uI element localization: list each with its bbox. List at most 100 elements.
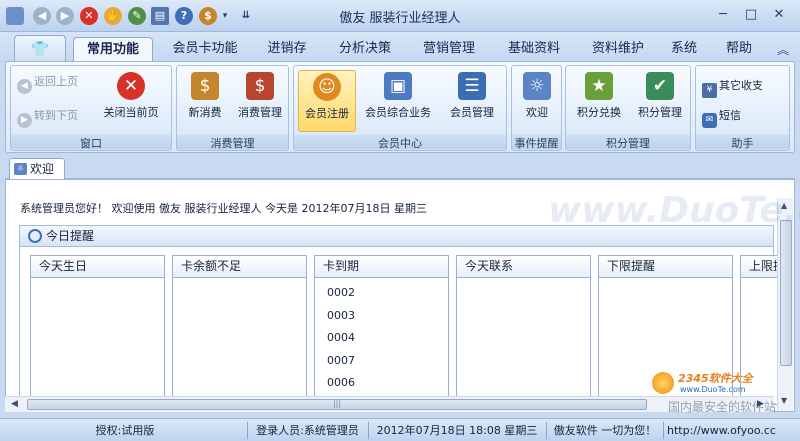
group-label: 消费管理 xyxy=(177,135,288,150)
status-separator xyxy=(368,422,369,439)
column-header: 卡到期 xyxy=(315,256,448,278)
column-header: 卡余额不足 xyxy=(173,256,306,278)
other-income-button[interactable]: ¥ 其它收支 xyxy=(702,76,763,98)
group-label: 会员中心 xyxy=(294,135,506,150)
tab-help[interactable]: 帮助 xyxy=(713,37,765,62)
welcome-tab-icon: ☼ xyxy=(14,163,27,175)
minimize-button[interactable]: ─ xyxy=(712,6,734,24)
reminder-column-card-expiry: 卡到期 0002 0003 0004 0007 0006 xyxy=(314,255,449,405)
group-points: ★ 积分兑换 ✔ 积分管理 积分管理 xyxy=(565,65,691,151)
ribbon-collapse-icon[interactable]: ︽ xyxy=(777,41,789,58)
money-book-icon: $ xyxy=(246,72,274,100)
group-label: 事件提醒 xyxy=(512,135,561,150)
reminder-column-low-balance: 卡余额不足 xyxy=(172,255,307,405)
column-header: 下限提醒 xyxy=(599,256,732,278)
reminder-column-birthday: 今天生日 xyxy=(30,255,165,405)
status-bar: 授权:试用版 登录人员:系统管理员 2012年07月18日 18:08 星期三 … xyxy=(0,418,800,441)
close-window-button[interactable]: ✕ xyxy=(768,6,790,24)
close-red-icon: ✕ xyxy=(117,72,145,100)
status-datetime: 2012年07月18日 18:08 星期三 xyxy=(376,424,538,437)
horizontal-scrollbar[interactable]: ◀ ||| ▶ xyxy=(5,396,774,412)
group-member-center: ☺ 会员注册 ▣ 会员综合业务 ☰ 会员管理 会员中心 xyxy=(293,65,507,151)
status-slogan: 傲友软件 一切为您！ xyxy=(553,424,657,437)
member-register-button[interactable]: ☺ 会员注册 xyxy=(298,70,356,132)
ribbon: ◀ 返回上页 ▶ 转到下页 ✕ 关闭当前页 窗口 $ 新消费 $ 消费管理 消费管理 ☺ 会… xyxy=(5,61,795,153)
ledger-icon: ¥ xyxy=(702,83,717,98)
back-page-button[interactable]: ◀ 返回上页 xyxy=(17,72,78,94)
coins-icon: $ xyxy=(191,72,219,100)
clock-icon xyxy=(28,229,42,243)
column-header: 上限提 xyxy=(741,256,779,278)
sms-icon: ✉ xyxy=(702,113,717,128)
forward-page-button[interactable]: ▶ 转到下页 xyxy=(17,106,78,128)
status-separator xyxy=(546,422,547,439)
tab-marketing[interactable]: 营销管理 xyxy=(409,37,489,62)
menu-tab-bar: 👕 常用功能 会员卡功能 进销存 分析决策 营销管理 基础资料 资料维护 系统 … xyxy=(0,32,800,62)
scroll-right-icon[interactable]: ▶ xyxy=(757,399,764,409)
window-title: 傲友 服装行业经理人 xyxy=(339,11,461,26)
list-item[interactable]: 0004 xyxy=(315,327,448,350)
tab-member-card[interactable]: 会员卡功能 xyxy=(160,37,250,62)
welcome-page-icon: ☼ xyxy=(523,72,551,100)
person-icon: ☺ xyxy=(313,73,341,101)
group-assistant: ¥ 其它收支 ✉ 短信 助手 xyxy=(695,65,790,151)
new-consumption-button[interactable]: $ 新消费 xyxy=(181,70,229,132)
maximize-button[interactable]: □ xyxy=(740,6,762,24)
forward-arrow-icon: ▶ xyxy=(17,113,32,128)
document-tab-strip: ☼ 欢迎 xyxy=(5,157,795,180)
group-label: 积分管理 xyxy=(566,135,690,150)
title-bar: ◀ ▶ ✕ ✋ ✎ ▤ ? $ ▾ ⇊ 傲友 服装行业经理人 ─ □ ✕ xyxy=(0,0,800,32)
list-item[interactable]: 0006 xyxy=(315,372,448,395)
doc-tab-welcome[interactable]: ☼ 欢迎 xyxy=(9,158,65,180)
status-url[interactable]: http://www.ofyoo.cc xyxy=(667,423,797,439)
vertical-scroll-thumb[interactable] xyxy=(780,220,792,366)
checklist-icon: ✔ xyxy=(646,72,674,100)
scroll-down-icon[interactable]: ▼ xyxy=(781,396,787,405)
points-manage-button[interactable]: ✔ 积分管理 xyxy=(630,70,690,132)
close-current-page-button[interactable]: ✕ 关闭当前页 xyxy=(97,70,165,132)
vertical-scrollbar[interactable]: ▲ ▼ xyxy=(777,198,793,411)
welcome-button[interactable]: ☼ 欢迎 xyxy=(515,70,559,132)
status-separator xyxy=(247,422,248,439)
status-user: 登录人员:系统管理员 xyxy=(256,424,359,437)
horizontal-scroll-thumb[interactable]: ||| xyxy=(27,399,647,410)
tab-base-data[interactable]: 基础资料 xyxy=(494,37,574,62)
group-window: ◀ 返回上页 ▶ 转到下页 ✕ 关闭当前页 窗口 xyxy=(10,65,172,151)
scroll-up-icon[interactable]: ▲ xyxy=(781,201,787,210)
gift-icon: ★ xyxy=(585,72,613,100)
tab-inventory[interactable]: 进销存 xyxy=(256,37,318,62)
tab-data-maintenance[interactable]: 资料维护 xyxy=(578,37,658,62)
reminder-column-upper-limit: 上限提 xyxy=(740,255,780,405)
list-item[interactable]: 0002 xyxy=(315,282,448,305)
member-list-icon: ☰ xyxy=(458,72,486,100)
welcome-message: 系统管理员您好！ 欢迎使用 傲友 服装行业经理人 今天是 2012年07月18日… xyxy=(20,202,427,215)
reminder-panel-body: 今天生日 卡余额不足 卡到期 0002 0003 0004 0007 0006 … xyxy=(19,247,780,410)
status-separator xyxy=(663,422,664,439)
points-exchange-button[interactable]: ★ 积分兑换 xyxy=(570,70,628,132)
welcome-page: 系统管理员您好！ 欢迎使用 傲友 服装行业经理人 今天是 2012年07月18日… xyxy=(5,179,795,412)
group-event-reminder: ☼ 欢迎 事件提醒 xyxy=(511,65,562,151)
reminder-column-lower-limit: 下限提醒 xyxy=(598,255,733,405)
status-license: 授权:试用版 xyxy=(95,424,155,437)
group-label: 助手 xyxy=(696,135,789,150)
member-services-button[interactable]: ▣ 会员综合业务 xyxy=(360,70,436,132)
scroll-left-icon[interactable]: ◀ xyxy=(11,399,18,409)
app-orb-button[interactable]: 👕 xyxy=(14,35,66,62)
list-item[interactable]: 0003 xyxy=(315,305,448,328)
reminder-column-contact-today: 今天联系 xyxy=(456,255,591,405)
id-card-icon: ▣ xyxy=(384,72,412,100)
column-header: 今天联系 xyxy=(457,256,590,278)
reminder-panel-header[interactable]: 今日提醒 xyxy=(19,225,774,247)
sms-button[interactable]: ✉ 短信 xyxy=(702,106,741,128)
column-header: 今天生日 xyxy=(31,256,164,278)
group-consumption: $ 新消费 $ 消费管理 消费管理 xyxy=(176,65,289,151)
tab-analysis[interactable]: 分析决策 xyxy=(325,37,405,62)
group-label: 窗口 xyxy=(11,135,171,150)
list-item[interactable]: 0007 xyxy=(315,350,448,373)
consumption-manage-button[interactable]: $ 消费管理 xyxy=(233,70,287,132)
expiry-list: 0002 0003 0004 0007 0006 xyxy=(315,278,448,395)
back-arrow-icon: ◀ xyxy=(17,79,32,94)
member-manage-button[interactable]: ☰ 会员管理 xyxy=(442,70,502,132)
tab-common-functions[interactable]: 常用功能 xyxy=(73,37,153,62)
tab-system[interactable]: 系统 xyxy=(661,37,707,62)
